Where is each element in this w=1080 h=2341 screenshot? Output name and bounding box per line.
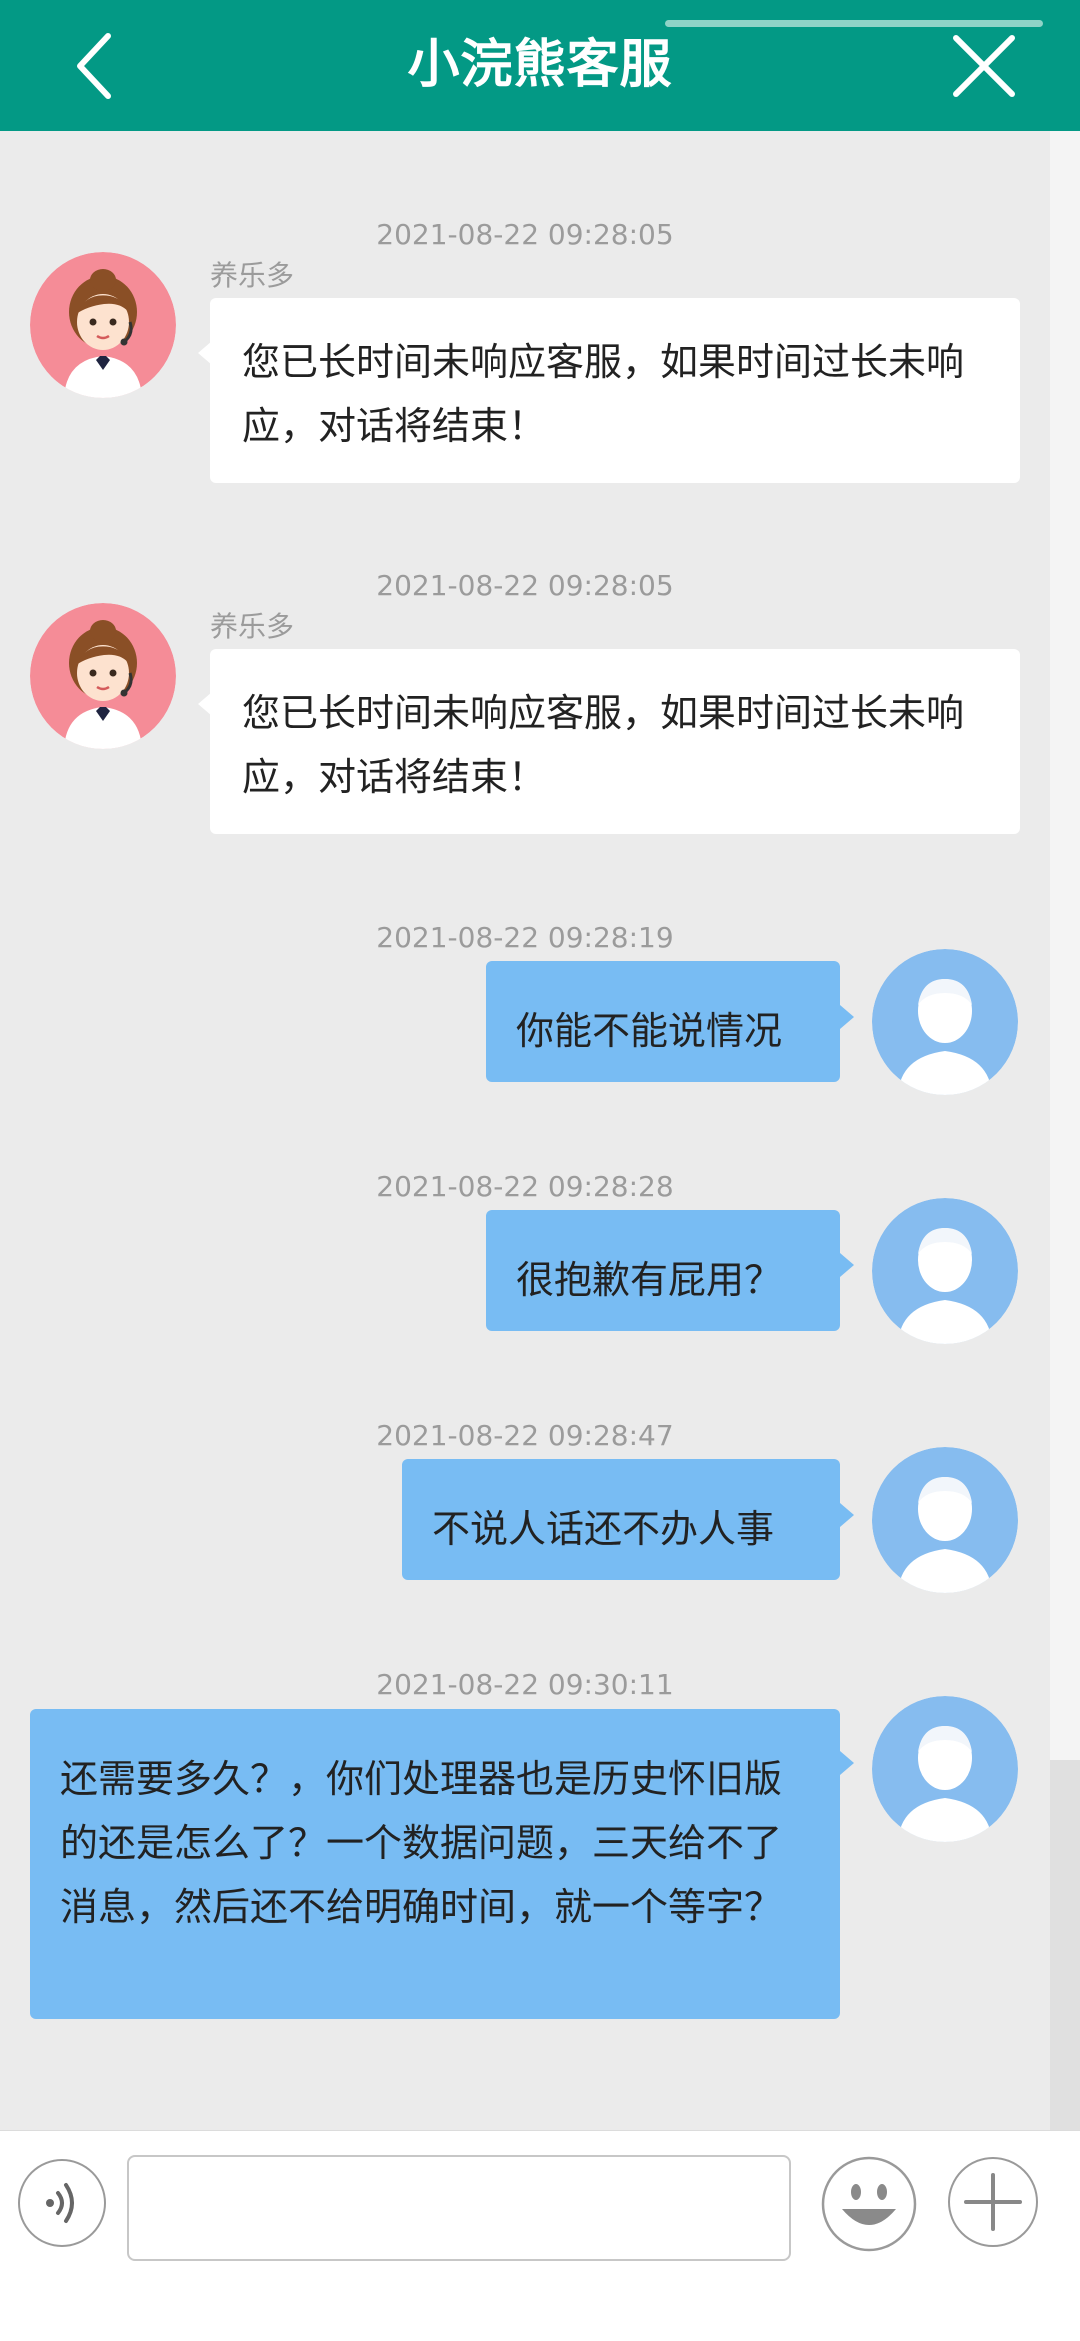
voice-icon [46,2183,74,2223]
emoji-icon [821,2156,917,2252]
bubble-tail [840,1503,854,1527]
incoming-message-bubble[interactable]: 您已长时间未响应客服，如果时间过长未响应，对话将结束！ [210,298,1020,483]
agent-avatar-icon [30,603,176,749]
bubble-tail [840,1005,854,1029]
user-avatar-icon [872,1447,1018,1593]
user-avatar-icon [872,1696,1018,1842]
user-avatar[interactable] [872,1696,1018,1842]
close-icon [953,35,1015,97]
plus-icon [964,2173,1022,2231]
agent-avatar[interactable] [30,603,176,749]
agent-avatar[interactable] [30,252,176,398]
message-composer [0,2130,1080,2341]
incoming-message-bubble[interactable]: 您已长时间未响应客服，如果时间过长未响应，对话将结束！ [210,649,1020,834]
emoji-button[interactable] [820,2155,918,2253]
message-timestamp: 2021-08-22 09:28:19 [376,921,674,954]
message-timestamp: 2021-08-22 09:28:05 [376,218,674,251]
scrollbar-thumb[interactable] [1050,1760,1080,2130]
user-avatar[interactable] [872,1447,1018,1593]
user-avatar-icon [872,1198,1018,1344]
page-title: 小浣熊客服 [407,35,673,95]
voice-button[interactable] [18,2159,106,2247]
sender-name: 养乐多 [210,259,295,292]
bubble-tail [840,1253,854,1277]
user-avatar[interactable] [872,949,1018,1095]
chat-message-list[interactable]: 2021-08-22 09:28:05 养乐多 您已长时间未响应客服，如果时间过… [0,131,1050,2131]
message-input[interactable] [127,2155,791,2261]
message-timestamp: 2021-08-22 09:28:05 [376,569,674,602]
close-button[interactable] [944,26,1024,106]
outgoing-message-bubble[interactable]: 不说人话还不办人事 [402,1459,840,1580]
title-bar: 小浣熊客服 [0,0,1080,131]
user-avatar-icon [872,949,1018,1095]
message-timestamp: 2021-08-22 09:30:11 [376,1668,674,1701]
user-avatar[interactable] [872,1198,1018,1344]
sender-name: 养乐多 [210,610,295,643]
outgoing-message-bubble[interactable]: 还需要多久？，你们处理器也是历史怀旧版的还是怎么了？一个数据问题，三天给不了消息… [30,1709,840,2019]
message-timestamp: 2021-08-22 09:28:28 [376,1170,674,1203]
outgoing-message-bubble[interactable]: 你能不能说情况 [486,961,840,1082]
message-timestamp: 2021-08-22 09:28:47 [376,1419,674,1452]
bubble-tail [840,1751,854,1775]
more-options-button[interactable] [948,2157,1038,2247]
outgoing-message-bubble[interactable]: 很抱歉有屁用？ [486,1210,840,1331]
agent-avatar-icon [30,252,176,398]
